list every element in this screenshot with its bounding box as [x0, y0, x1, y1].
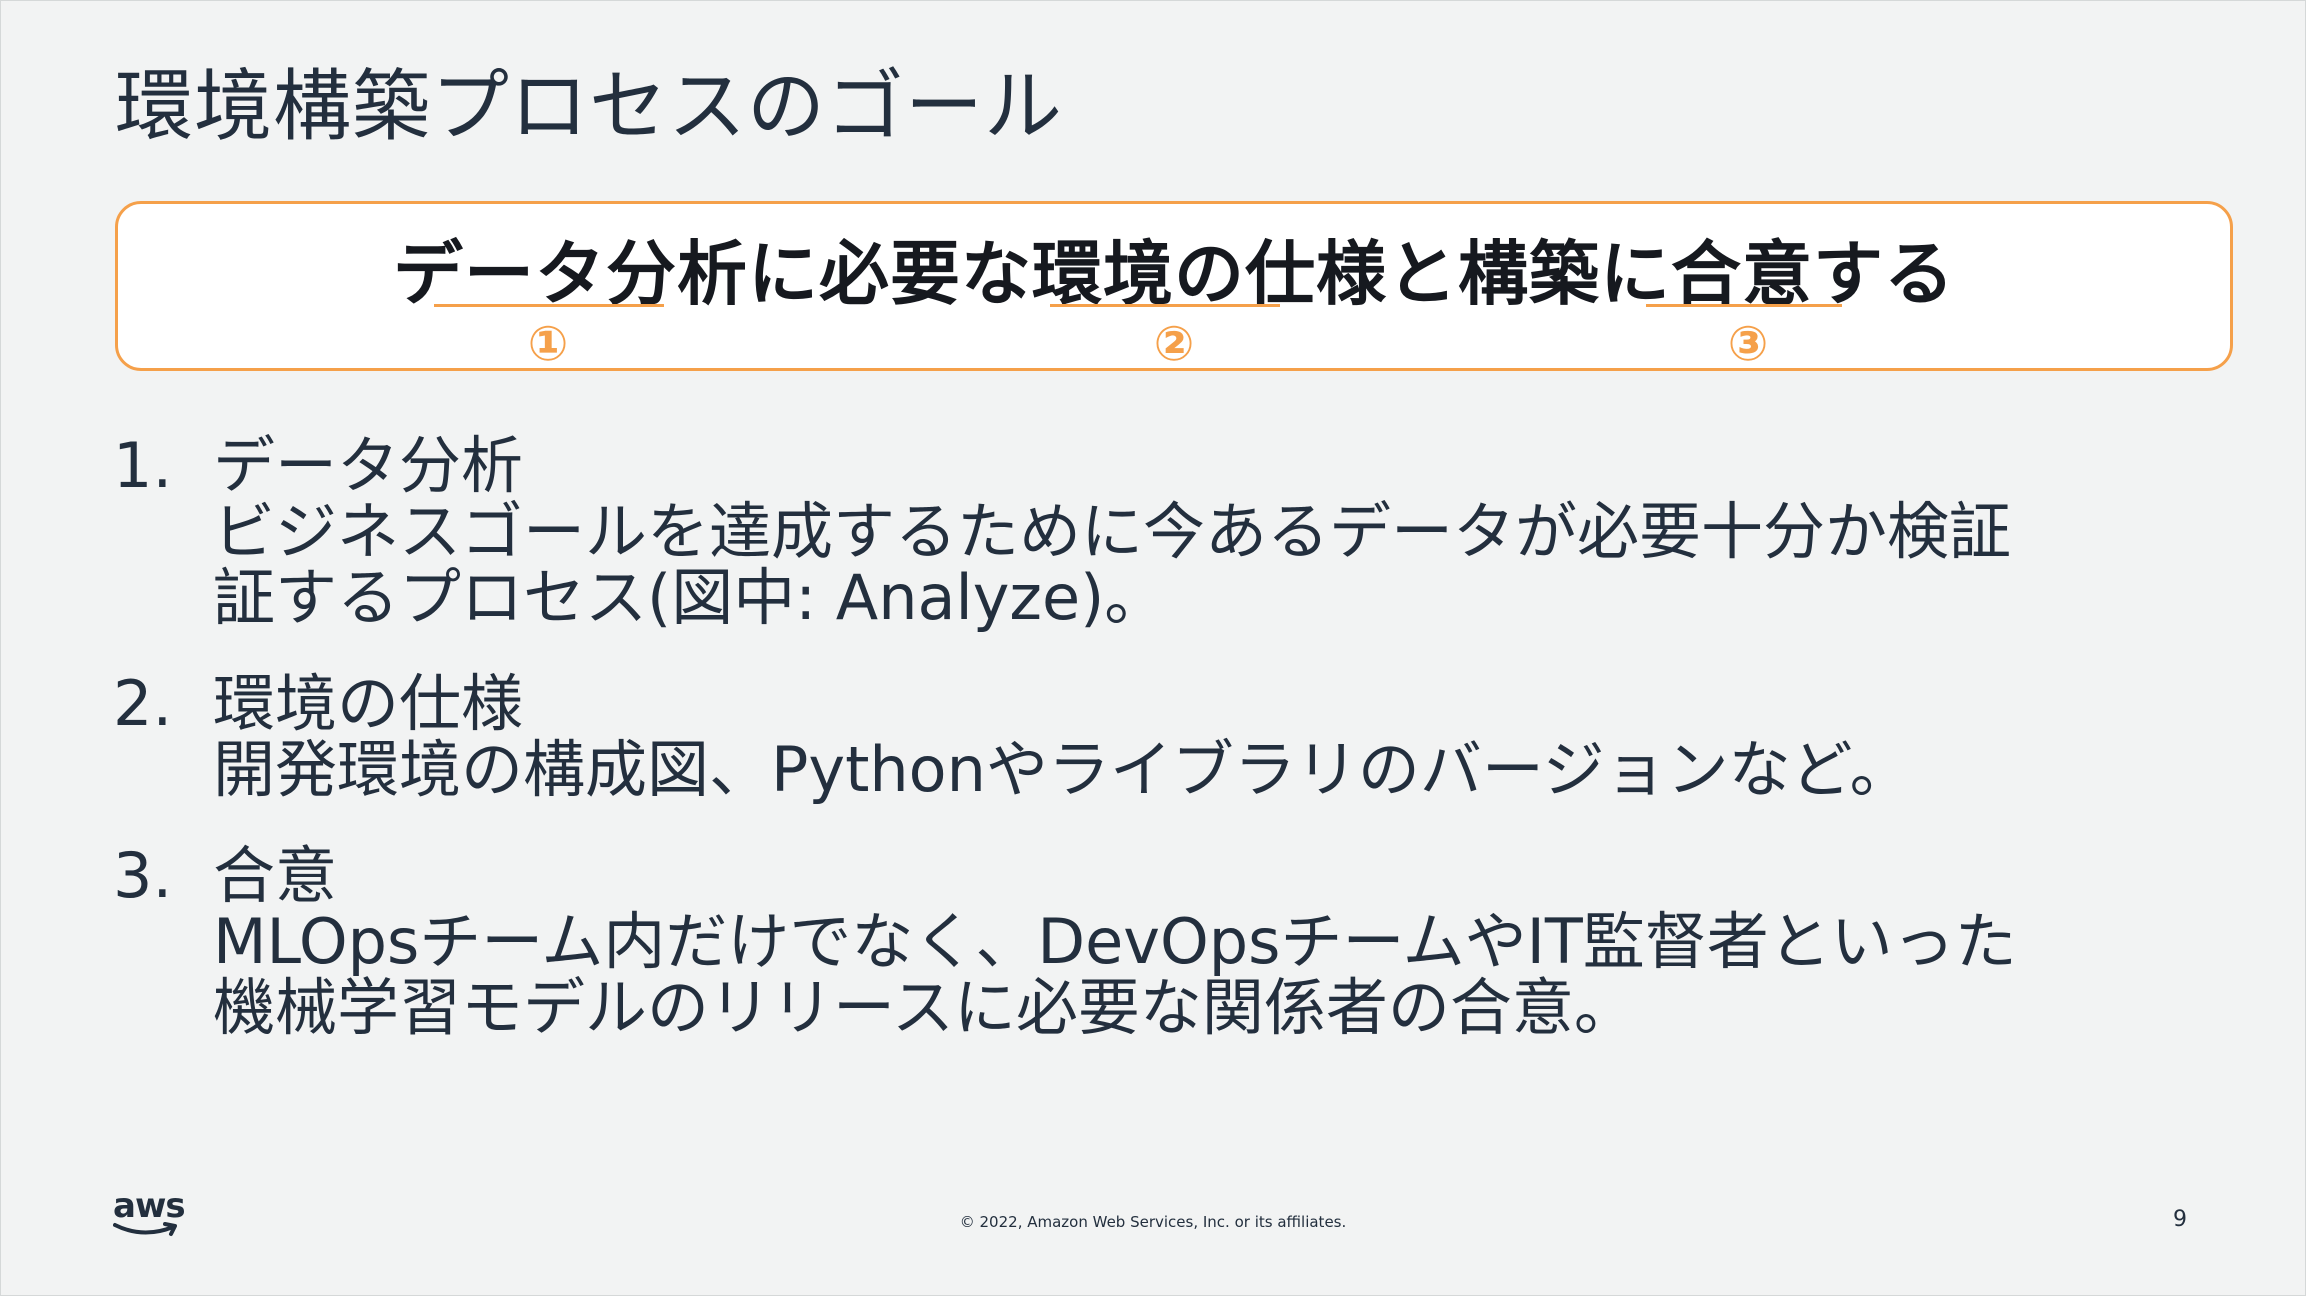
list-item-line: MLOpsチーム内だけでなく、DevOpsチームやIT監督者といった: [213, 905, 2017, 978]
goal-box: データ分析に必要な環境の仕様と構築に合意する ① ② ③: [115, 201, 2233, 372]
page-number: 9: [2173, 1207, 2187, 1232]
list-item-number: 1.: [113, 429, 173, 502]
list-item-number: 3.: [113, 839, 173, 912]
goal-marker-2: ②: [1153, 316, 1195, 372]
goal-underline-2: [1050, 304, 1280, 307]
list-item-line: 開発環境の構成図、Pythonやライブラリのバージョンなど。: [213, 733, 1912, 806]
page-title: 環境構築プロセスのゴール: [115, 62, 1064, 152]
copyright-text: © 2022, Amazon Web Services, Inc. or its…: [959, 1213, 1347, 1231]
slide: 環境構築プロセスのゴール データ分析に必要な環境の仕様と構築に合意する ① ② …: [0, 0, 2306, 1296]
list-item: 3. 合意 MLOpsチーム内だけでなく、DevOpsチームやIT監督者といった…: [113, 843, 2213, 1041]
list-item: 2. 環境の仕様 開発環境の構成図、Pythonやライブラリのバージョンなど。: [113, 671, 2213, 803]
goal-underline-3: [1646, 304, 1842, 307]
list-item-heading: データ分析: [213, 429, 524, 502]
list-item-body: 環境の仕様 開発環境の構成図、Pythonやライブラリのバージョンなど。: [213, 671, 1912, 803]
goal-marker-1: ①: [527, 316, 569, 372]
goal-marker-3: ③: [1727, 316, 1769, 372]
goal-underline-1: [434, 304, 664, 307]
numbered-list: 1. データ分析 ビジネスゴールを達成するために今あるデータが必要十分か検証 証…: [113, 433, 2213, 1081]
list-item-heading: 環境の仕様: [213, 667, 524, 740]
list-item-line: 機械学習モデルのリリースに必要な関係者の合意。: [213, 971, 1636, 1044]
list-item-body: データ分析 ビジネスゴールを達成するために今あるデータが必要十分か検証 証するプ…: [213, 433, 2011, 631]
list-item: 1. データ分析 ビジネスゴールを達成するために今あるデータが必要十分か検証 証…: [113, 433, 2213, 631]
list-item-line: ビジネスゴールを達成するために今あるデータが必要十分か検証: [213, 495, 2012, 568]
list-item-number: 2.: [113, 667, 173, 740]
list-item-body: 合意 MLOpsチーム内だけでなく、DevOpsチームやIT監督者といった 機械…: [213, 843, 2017, 1041]
list-item-line: 証するプロセス(図中: Analyze)。: [213, 561, 1167, 634]
list-item-heading: 合意: [213, 839, 338, 912]
